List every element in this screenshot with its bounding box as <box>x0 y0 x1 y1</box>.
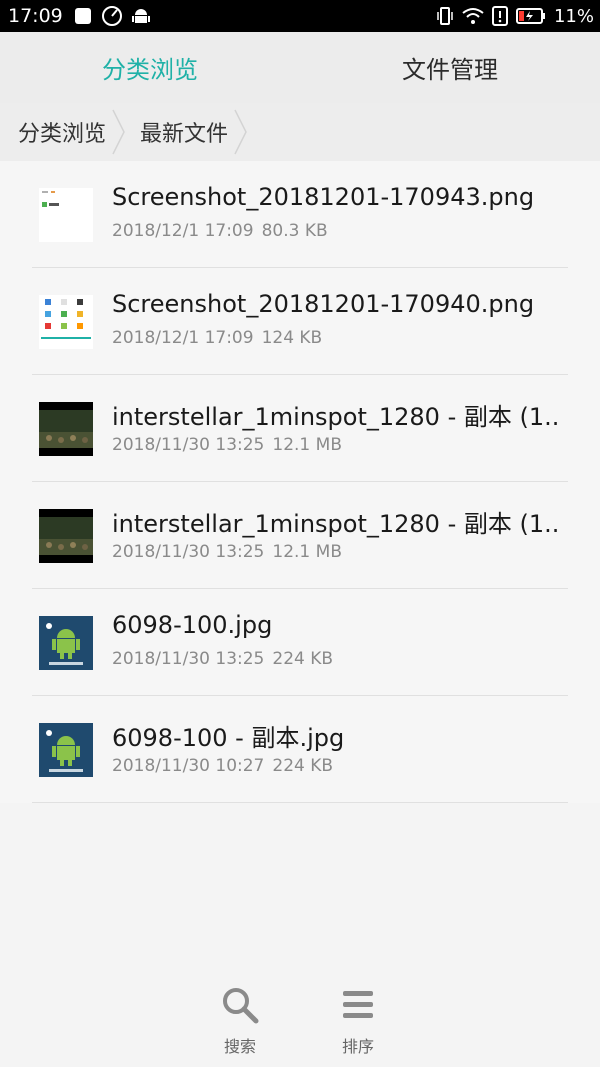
speedometer-icon <box>101 6 122 26</box>
breadcrumb: 分类浏览 最新文件 <box>0 103 600 161</box>
file-name: interstellar_1minspot_1280 - 副本 (1.. <box>112 403 560 431</box>
breadcrumb-item-recent[interactable]: 最新文件 <box>126 103 248 161</box>
file-meta: 2018/11/30 13:25 224 KB <box>112 649 333 669</box>
file-date: 2018/11/30 13:25 <box>112 542 265 562</box>
android-image-thumbnail-icon <box>39 616 93 670</box>
file-meta: 2018/11/30 13:25 12.1 MB <box>112 542 342 562</box>
file-size: 224 KB <box>272 649 334 669</box>
breadcrumb-item-category[interactable]: 分类浏览 <box>0 103 126 161</box>
file-size: 12.1 MB <box>272 435 342 455</box>
file-row[interactable]: interstellar_1minspot_1280 - 副本 (1.. 201… <box>0 482 600 589</box>
file-row[interactable]: Screenshot_20181201-170940.png 2018/12/1… <box>0 268 600 375</box>
file-meta: 2018/11/30 13:25 12.1 MB <box>112 435 342 455</box>
status-bar: 17:09 11% <box>0 0 600 32</box>
file-name: interstellar_1minspot_1280 - 副本 (1.. <box>112 510 560 538</box>
file-date: 2018/11/30 10:27 <box>112 756 265 776</box>
bottom-bar: 搜索 排序 <box>0 975 600 1067</box>
battery-percent: 11% <box>553 5 594 27</box>
wifi-icon <box>462 8 484 24</box>
file-row[interactable]: interstellar_1minspot_1280 - 副本 (1.. 201… <box>0 375 600 482</box>
sort-button[interactable]: 排序 <box>318 985 398 1057</box>
file-name: 6098-100 - 副本.jpg <box>112 724 345 752</box>
tab-bar: 分类浏览 文件管理 <box>0 32 600 103</box>
file-row[interactable]: Screenshot_20181201-170943.png 2018/12/1… <box>0 161 600 268</box>
file-date: 2018/12/1 17:09 <box>112 221 254 241</box>
tab-file-management[interactable]: 文件管理 <box>300 32 600 103</box>
stop-icon <box>74 8 91 24</box>
screenshot-thumbnail-icon <box>39 295 93 349</box>
file-size: 124 KB <box>261 328 323 348</box>
search-label: 搜索 <box>223 1037 256 1056</box>
tab-category-browse[interactable]: 分类浏览 <box>0 32 300 103</box>
breadcrumb-label: 最新文件 <box>140 122 229 147</box>
chevron-right-icon <box>234 109 247 155</box>
file-row[interactable]: 6098-100 - 副本.jpg 2018/11/30 10:27 224 KB <box>0 696 600 803</box>
file-name: Screenshot_20181201-170940.png <box>112 290 535 318</box>
menu-icon <box>343 991 373 1018</box>
screenshot-thumbnail-icon <box>39 188 93 242</box>
search-icon <box>223 988 259 1024</box>
file-list: Screenshot_20181201-170943.png 2018/12/1… <box>0 161 600 803</box>
battery-icon <box>515 8 545 24</box>
sort-label: 排序 <box>341 1037 374 1056</box>
file-size: 12.1 MB <box>272 542 342 562</box>
search-button[interactable]: 搜索 <box>200 985 280 1057</box>
video-thumbnail-icon <box>39 509 93 563</box>
file-meta: 2018/12/1 17:09 80.3 KB <box>112 221 328 241</box>
chevron-right-icon <box>112 109 125 155</box>
android-icon <box>131 9 150 23</box>
vibrate-icon <box>437 7 453 25</box>
file-date: 2018/11/30 13:25 <box>112 435 265 455</box>
file-date: 2018/11/30 13:25 <box>112 649 265 669</box>
breadcrumb-label: 分类浏览 <box>18 122 107 147</box>
file-name: 6098-100.jpg <box>112 611 273 639</box>
android-image-thumbnail-icon <box>39 723 93 777</box>
file-size: 224 KB <box>272 756 334 776</box>
video-thumbnail-icon <box>39 402 93 456</box>
file-name: Screenshot_20181201-170943.png <box>112 183 535 211</box>
status-time: 17:09 <box>8 5 63 27</box>
file-date: 2018/12/1 17:09 <box>112 328 254 348</box>
file-meta: 2018/11/30 10:27 224 KB <box>112 756 333 776</box>
alert-icon <box>491 6 508 26</box>
file-size: 80.3 KB <box>261 221 328 241</box>
file-meta: 2018/12/1 17:09 124 KB <box>112 328 322 348</box>
file-row[interactable]: 6098-100.jpg 2018/11/30 13:25 224 KB <box>0 589 600 696</box>
